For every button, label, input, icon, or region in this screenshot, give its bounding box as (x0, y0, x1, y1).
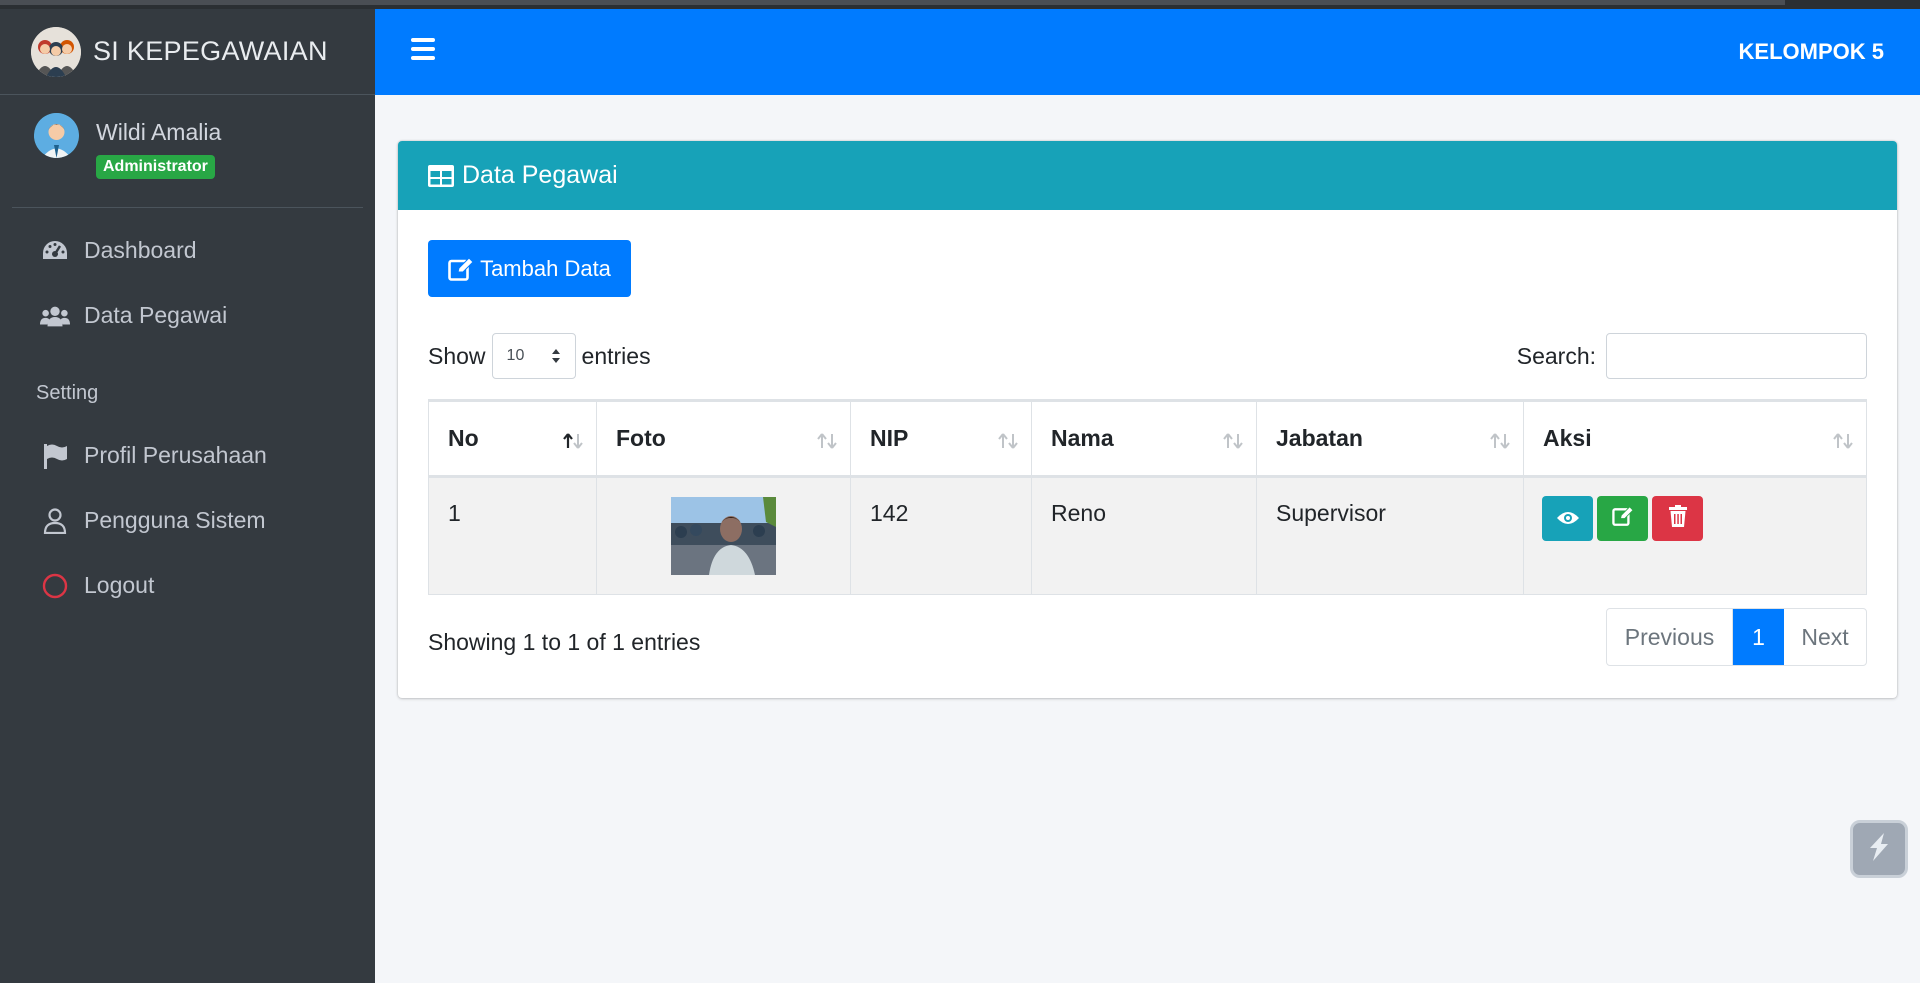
edit-button[interactable] (1597, 496, 1648, 541)
previous-page-button[interactable]: Previous (1607, 609, 1733, 665)
team-logo-icon (31, 26, 81, 77)
sidebar-item-label: Data Pegawai (84, 302, 228, 328)
cell-aksi (1523, 476, 1867, 595)
user-icon (40, 506, 70, 536)
search-label: Search: (1516, 342, 1596, 369)
column-header-no[interactable]: No (428, 399, 597, 478)
sidebar-item-pengguna-sistem[interactable]: Pengguna Sistem (0, 488, 375, 553)
sidebar-item-logout[interactable]: Logout (0, 553, 375, 618)
card-header: Data Pegawai (398, 141, 1897, 210)
sort-asc-icon (562, 429, 584, 456)
sidebar-nav: Dashboard Data Pegawai (0, 208, 375, 348)
entries-label: entries (581, 342, 651, 369)
sidebar-item-label: Profil Perusahaan (84, 442, 267, 468)
cell-jabatan: Supervisor (1256, 476, 1524, 595)
browser-top-strip (0, 0, 1920, 9)
column-header-nip[interactable]: NIP (850, 399, 1032, 478)
user-name[interactable]: Wildi Amalia (96, 119, 221, 146)
tachometer-icon (40, 236, 70, 266)
sidebar-item-label: Logout (84, 572, 155, 598)
delete-button[interactable] (1652, 496, 1703, 541)
next-page-button[interactable]: Next (1784, 609, 1866, 665)
cell-nip: 142 (850, 476, 1032, 595)
sidebar-item-profil-perusahaan[interactable]: Profil Perusahaan (0, 423, 375, 488)
brand-title: SI KEPEGAWAIAN (93, 36, 328, 66)
user-avatar-icon (34, 113, 79, 158)
sort-arrows-icon (551, 347, 561, 370)
show-entries: Show 10 entries (428, 333, 651, 379)
cell-foto (596, 476, 851, 595)
add-data-label: Tambah Data (480, 255, 611, 281)
widget-logo-icon (1862, 830, 1896, 869)
sort-icon (1222, 429, 1244, 456)
table-header-row: No Foto NIP Nama Jabatan Aksi (428, 399, 1867, 478)
users-icon (40, 301, 70, 331)
column-header-aksi[interactable]: Aksi (1523, 399, 1867, 478)
employee-table: No Foto NIP Nama Jabatan Aksi 1 142 Reno… (428, 399, 1867, 595)
top-navbar: KELOMPOK 5 (375, 9, 1920, 95)
table-row: 1 142 Reno Supervisor (428, 476, 1867, 595)
sort-icon (1489, 429, 1511, 456)
eye-icon (1556, 505, 1580, 532)
page-1-button[interactable]: 1 (1733, 609, 1784, 665)
hamburger-icon[interactable] (411, 38, 435, 60)
navbar-group-label: KELOMPOK 5 (1738, 39, 1884, 64)
sort-icon (1832, 429, 1854, 456)
cell-nama: Reno (1031, 476, 1257, 595)
sidebar-item-label: Dashboard (84, 237, 197, 263)
sidebar-section-setting: Setting (36, 382, 99, 404)
entries-select[interactable]: 10 (491, 333, 576, 379)
search-area: Search: (1517, 333, 1867, 379)
pagination: Previous 1 Next (1606, 608, 1867, 666)
sort-icon (997, 429, 1019, 456)
sort-icon (816, 429, 838, 456)
employee-photo[interactable] (671, 497, 776, 575)
cell-no: 1 (428, 476, 597, 595)
edit-icon (448, 256, 474, 281)
column-header-jabatan[interactable]: Jabatan (1256, 399, 1524, 478)
add-data-button[interactable]: Tambah Data (428, 240, 631, 297)
edit-icon (1611, 505, 1634, 532)
search-input[interactable] (1606, 333, 1867, 379)
brand-link[interactable]: SI KEPEGAWAIAN (0, 9, 375, 95)
sidebar-item-label: Pengguna Sistem (84, 507, 266, 533)
sidebar-item-dashboard[interactable]: Dashboard (0, 218, 375, 283)
role-badge: Administrator (96, 155, 215, 179)
table-icon (428, 164, 454, 187)
trash-icon (1668, 504, 1687, 533)
column-header-foto[interactable]: Foto (596, 399, 851, 478)
floating-widget-button[interactable] (1850, 820, 1908, 878)
data-pegawai-card: Data Pegawai Tambah Data Show 10 entries… (398, 141, 1897, 698)
sidebar-settings-nav: Profil Perusahaan Pengguna Sistem Logout (0, 423, 375, 618)
entries-value: 10 (506, 347, 525, 364)
circle-icon (40, 571, 70, 601)
view-button[interactable] (1542, 496, 1593, 541)
flag-icon (40, 441, 70, 471)
table-info: Showing 1 to 1 of 1 entries (428, 629, 701, 655)
action-buttons (1542, 496, 1866, 541)
sidebar: SI KEPEGAWAIAN Wildi Amalia Administrato… (0, 9, 375, 983)
card-title: Data Pegawai (462, 161, 618, 189)
user-panel: Wildi Amalia Administrator (12, 95, 363, 208)
show-label: Show (428, 342, 486, 369)
column-header-nama[interactable]: Nama (1031, 399, 1257, 478)
sidebar-item-data-pegawai[interactable]: Data Pegawai (0, 283, 375, 348)
